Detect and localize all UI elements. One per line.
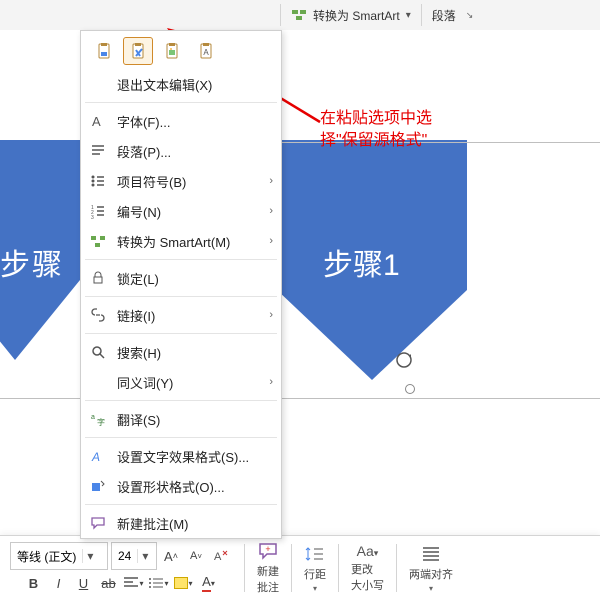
search-icon — [89, 343, 107, 361]
menu-link[interactable]: 链接(I)› — [81, 300, 281, 330]
list-menu[interactable]: ▾ — [148, 572, 170, 594]
paste-text-only[interactable]: A — [191, 37, 221, 65]
svg-text:A: A — [91, 450, 100, 464]
callout-annotation: 在粘贴选项中选 择"保留源格式" — [320, 108, 432, 153]
paste-keep-source[interactable] — [123, 37, 153, 65]
change-case-button[interactable]: Aa▾ 更改 大小写 — [347, 543, 388, 593]
menu-search[interactable]: 搜索(H) — [81, 337, 281, 367]
convert-smartart-cmd[interactable]: 转换为 SmartArt ▾ — [281, 7, 421, 24]
menu-lock[interactable]: 锁定(L) — [81, 263, 281, 293]
menu-font[interactable]: A字体(F)... — [81, 106, 281, 136]
svg-text:字: 字 — [97, 417, 105, 427]
menu-synonyms[interactable]: 同义词(Y)› — [81, 367, 281, 397]
lock-icon — [89, 269, 107, 287]
font-name-combo[interactable]: 等线 (正文)▾ — [10, 542, 108, 570]
bullets-icon — [89, 172, 107, 190]
step1-text: 步骤1 — [323, 240, 400, 284]
svg-text:A: A — [203, 48, 209, 57]
font-icon: A — [89, 112, 107, 130]
svg-text:+: + — [265, 544, 270, 554]
grow-font-button[interactable]: A˄ — [160, 545, 182, 567]
menu-convert-smartart[interactable]: 转换为 SmartArt(M)› — [81, 226, 281, 256]
line-spacing-button[interactable]: 行距 ▾ — [300, 544, 330, 593]
highlight-button[interactable]: ▾ — [173, 572, 195, 594]
svg-text:A: A — [92, 114, 101, 129]
convert-smartart-label: 转换为 SmartArt — [313, 7, 400, 24]
menu-paragraph[interactable]: 段落(P)... — [81, 136, 281, 166]
paragraph-icon — [89, 142, 107, 160]
link-icon — [89, 306, 107, 324]
step-left-text: 步骤 — [0, 240, 64, 284]
bold-button[interactable]: B — [23, 572, 45, 594]
smartart-icon — [89, 232, 107, 250]
mini-toolbar: 等线 (正文)▾ 24▾ A˄ A˅ A B I U ab ▾ ▾ ▾ A▾ +… — [0, 535, 600, 600]
strike-button[interactable]: ab — [98, 572, 120, 594]
menu-text-effects[interactable]: A设置文字效果格式(S)... — [81, 441, 281, 471]
underline-button[interactable]: U — [73, 572, 95, 594]
selection-dot[interactable] — [405, 384, 415, 394]
context-menu: A 退出文本编辑(X) A字体(F)... 段落(P)... 项目符号(B)› … — [80, 30, 282, 539]
svg-text:a: a — [91, 414, 95, 421]
comment-icon — [89, 514, 107, 532]
shrink-font-button[interactable]: A˅ — [185, 545, 207, 567]
reset-format-button[interactable]: A — [210, 545, 232, 567]
change-case-icon: Aa▾ — [357, 543, 379, 559]
ribbon-row: 转换为 SmartArt ▾ 段落 ↘ — [0, 0, 600, 31]
text-effect-icon: A — [89, 447, 107, 465]
paste-options-row: A — [81, 31, 281, 69]
comment-icon: + — [257, 541, 279, 561]
paragraph-label: 段落 — [432, 7, 456, 24]
menu-exit-text-edit[interactable]: 退出文本编辑(X) — [81, 69, 281, 99]
font-size-combo[interactable]: 24▾ — [111, 542, 157, 570]
paste-picture[interactable] — [157, 37, 187, 65]
justify-icon — [420, 544, 442, 564]
numbering-icon: 123 — [89, 202, 107, 220]
italic-button[interactable]: I — [48, 572, 70, 594]
translate-icon: a字 — [89, 410, 107, 428]
align-menu[interactable]: ▾ — [123, 572, 145, 594]
menu-shape-format[interactable]: 设置形状格式(O)... — [81, 471, 281, 501]
shape-format-icon — [89, 477, 107, 495]
smartart-icon — [291, 7, 307, 23]
line-spacing-icon — [304, 544, 326, 564]
justify-button[interactable]: 两端对齐 ▾ — [405, 544, 457, 593]
font-color-button[interactable]: A▾ — [198, 572, 220, 594]
menu-bullets[interactable]: 项目符号(B)› — [81, 166, 281, 196]
slide-canvas: 步骤 步骤1 在粘贴选项中选 择"保留源格式" A 退出文本编辑(X) A字体(… — [0, 30, 600, 540]
rotation-handle[interactable] — [394, 350, 414, 370]
menu-numbering[interactable]: 123编号(N)› — [81, 196, 281, 226]
paragraph-group[interactable]: 段落 ↘ — [422, 7, 484, 24]
new-comment-button[interactable]: + 新建 批注 — [253, 541, 283, 595]
menu-new-comment[interactable]: 新建批注(M) — [81, 508, 281, 538]
svg-text:3: 3 — [91, 215, 94, 220]
menu-translate[interactable]: a字翻译(S) — [81, 404, 281, 434]
paste-use-destination[interactable] — [89, 37, 119, 65]
svg-text:A: A — [214, 551, 222, 563]
